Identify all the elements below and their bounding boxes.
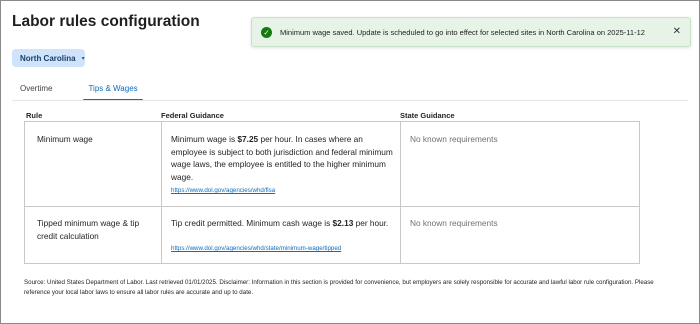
state-guidance-text: No known requirements: [410, 134, 498, 144]
state-dropdown-value: North Carolina: [20, 53, 76, 63]
table-row: Tipped minimum wage & tip credit calcula…: [25, 207, 639, 263]
rule-name: Minimum wage: [37, 134, 93, 144]
chevron-down-icon: ▾: [81, 55, 85, 62]
state-dropdown[interactable]: North Carolina ▾: [12, 49, 85, 67]
guidance-table: Minimum wage Minimum wage is $7.25 per h…: [24, 121, 640, 264]
page-title: Labor rules configuration: [12, 13, 200, 30]
wage-amount: $2.13: [332, 218, 354, 228]
tab-divider: [12, 100, 688, 101]
federal-guidance-text: Tip credit permitted. Minimum cash wage …: [171, 218, 389, 228]
rule-name: Tipped minimum wage & tip credit calcula…: [37, 218, 140, 241]
close-icon[interactable]: ✕: [673, 26, 681, 38]
tab-tips-wages[interactable]: Tips & Wages: [80, 82, 145, 101]
tab-list: Overtime Tips & Wages: [12, 82, 146, 101]
column-header-state: State Guidance: [400, 111, 455, 120]
column-header-federal: Federal Guidance: [161, 111, 224, 120]
table-row: Minimum wage Minimum wage is $7.25 per h…: [25, 122, 639, 207]
success-check-icon: ✓: [261, 27, 272, 38]
federal-source-link[interactable]: https://www.dol.gov/agencies/whd/flsa: [171, 187, 275, 194]
source-disclaimer: Source: United States Department of Labo…: [24, 279, 654, 296]
federal-guidance-text: Minimum wage is $7.25 per hour. In cases…: [171, 134, 393, 182]
tab-overtime[interactable]: Overtime: [12, 82, 60, 100]
wage-amount: $7.25: [237, 134, 259, 144]
column-header-rule: Rule: [26, 111, 43, 120]
success-toast: ✓ Minimum wage saved. Update is schedule…: [251, 17, 691, 47]
state-guidance-text: No known requirements: [410, 218, 498, 228]
federal-source-link[interactable]: https://www.dol.gov/agencies/whd/state/m…: [171, 245, 341, 252]
toast-message: Minimum wage saved. Update is scheduled …: [280, 28, 645, 37]
